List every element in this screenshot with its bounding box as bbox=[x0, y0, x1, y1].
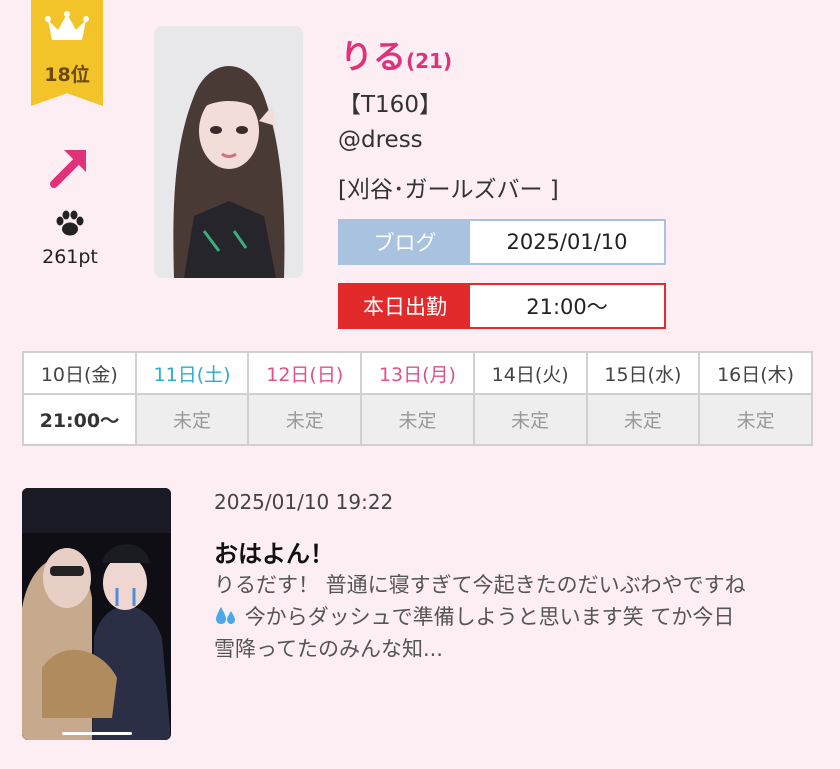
schedule-day: 10日(金) bbox=[22, 351, 137, 395]
post-excerpt-line: りるだす！ 普通に寝すぎて今起きたのだいぶわやですね bbox=[214, 573, 746, 597]
name-line: りる(21) bbox=[340, 30, 452, 78]
schedule-times-row: 21:00〜 未定 未定 未定 未定 未定 未定 bbox=[22, 393, 813, 446]
schedule-time: 未定 bbox=[360, 393, 475, 446]
post-title[interactable]: おはよん！ bbox=[214, 534, 334, 569]
schedule-days-row: 10日(金) 11日(土) 12日(日) 13日(月) 14日(火) 15日(水… bbox=[22, 351, 813, 395]
blog-link[interactable]: ブログ 2025/01/10 bbox=[338, 219, 666, 265]
post-excerpt: りるだす！ 普通に寝すぎて今起きたのだいぶわやですね 今からダッシュで準備しよう… bbox=[214, 569, 814, 665]
points-value: 261pt bbox=[42, 246, 98, 268]
crown-icon bbox=[45, 11, 89, 40]
rank-ribbon: 18位 bbox=[31, 0, 103, 106]
schedule-time: 未定 bbox=[247, 393, 363, 446]
profile-shop: @dress bbox=[338, 127, 423, 153]
blog-post-image bbox=[22, 488, 171, 740]
schedule-time: 21:00〜 bbox=[22, 393, 137, 446]
profile-photo-image bbox=[154, 26, 303, 278]
shift-label: 本日出勤 bbox=[340, 285, 470, 327]
post-excerpt-text: 今からダッシュで準備しようと思います笑 てか今日 bbox=[244, 605, 735, 629]
schedule-time: 未定 bbox=[585, 393, 701, 446]
today-shift: 本日出勤 21:00〜 bbox=[338, 283, 666, 329]
schedule-time: 未定 bbox=[472, 393, 588, 446]
sweat-droplets-icon bbox=[216, 607, 235, 624]
post-excerpt-line: 雪降ってたのみんな知... bbox=[214, 637, 443, 661]
paw-icon bbox=[56, 210, 84, 236]
post-excerpt-line: 今からダッシュで準備しようと思います笑 てか今日 bbox=[214, 601, 814, 633]
rank-label: 18位 bbox=[44, 64, 90, 86]
profile-photo[interactable] bbox=[154, 26, 303, 278]
profile-age: (21) bbox=[406, 49, 453, 73]
shift-time: 21:00〜 bbox=[470, 285, 664, 327]
schedule-day: 11日(土) bbox=[134, 351, 250, 395]
post-date: 2025/01/10 19:22 bbox=[214, 490, 394, 514]
schedule-day: 12日(日) bbox=[247, 351, 363, 395]
blog-date: 2025/01/10 bbox=[470, 221, 664, 263]
profile-area: [刈谷･ガールズバー ] bbox=[338, 177, 559, 203]
blog-label: ブログ bbox=[340, 221, 470, 263]
profile-height: 【T160】 bbox=[338, 92, 442, 118]
schedule-time: 未定 bbox=[134, 393, 250, 446]
schedule-day: 16日(木) bbox=[698, 351, 813, 395]
arrow-up-right-icon bbox=[50, 150, 86, 188]
schedule-time: 未定 bbox=[698, 393, 813, 446]
weekly-schedule: 10日(金) 11日(土) 12日(日) 13日(月) 14日(火) 15日(水… bbox=[22, 351, 813, 446]
schedule-day: 15日(水) bbox=[585, 351, 701, 395]
blog-post-photo[interactable] bbox=[22, 488, 171, 740]
profile-name: りる bbox=[340, 37, 406, 76]
schedule-day: 14日(火) bbox=[472, 351, 588, 395]
schedule-day: 13日(月) bbox=[360, 351, 475, 395]
